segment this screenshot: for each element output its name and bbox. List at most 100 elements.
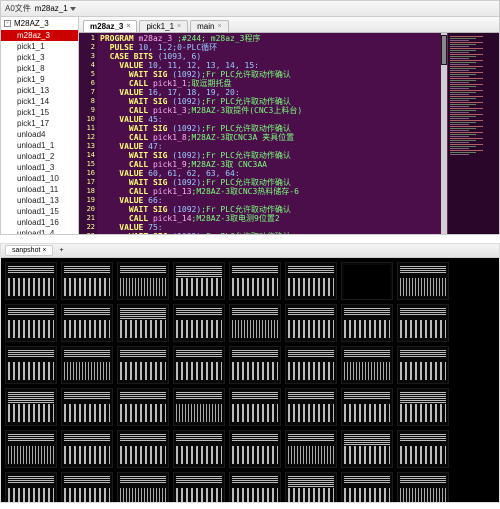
- cad-thumbnail[interactable]: [229, 346, 281, 384]
- cad-thumbnail[interactable]: [229, 262, 281, 300]
- cad-thumbnail[interactable]: [5, 430, 57, 468]
- cad-thumbnail[interactable]: [397, 304, 449, 342]
- cad-thumbnail[interactable]: [341, 388, 393, 426]
- cad-thumbnail[interactable]: [173, 430, 225, 468]
- tree-item[interactable]: pick1_17: [1, 118, 78, 129]
- cad-thumbnail[interactable]: [397, 262, 449, 300]
- tree-item[interactable]: m28az_3: [1, 30, 78, 41]
- cad-thumbnail[interactable]: [61, 346, 113, 384]
- tree-item[interactable]: unload1_1: [1, 140, 78, 151]
- code-line[interactable]: WAIT SIG (1092);Fr PLC允许取动作确认: [100, 232, 302, 234]
- close-icon[interactable]: ×: [177, 23, 181, 30]
- bottom-tab[interactable]: sanpshot ×: [5, 245, 53, 256]
- cad-thumbnail[interactable]: [117, 346, 169, 384]
- cad-thumbnail[interactable]: [5, 388, 57, 426]
- cad-thumbnail[interactable]: [397, 346, 449, 384]
- code-lines[interactable]: PROGRAM m28az_3 ;#244; m28az_3程序 PULSE 1…: [97, 33, 305, 234]
- code-line[interactable]: CALL pick1_8;M28AZ-3取CNC3A 夹具位置: [100, 133, 302, 142]
- code-line[interactable]: VALUE 16, 17, 18, 19, 20:: [100, 88, 302, 97]
- code-line[interactable]: VALUE 45:: [100, 115, 302, 124]
- expand-icon[interactable]: -: [4, 20, 11, 27]
- cad-thumbnail[interactable]: [61, 430, 113, 468]
- cad-thumbnail[interactable]: [229, 472, 281, 502]
- cad-thumbnail[interactable]: [229, 388, 281, 426]
- code-line[interactable]: VALUE 66:: [100, 196, 302, 205]
- cad-thumbnail[interactable]: [341, 262, 393, 300]
- tree-item[interactable]: unload1_2: [1, 151, 78, 162]
- cad-thumbnail[interactable]: [173, 388, 225, 426]
- cad-thumbnail[interactable]: [341, 472, 393, 502]
- cad-thumbnail[interactable]: [341, 430, 393, 468]
- close-icon[interactable]: ×: [217, 23, 221, 30]
- cad-thumbnail[interactable]: [61, 304, 113, 342]
- tree-item[interactable]: unload1_10: [1, 173, 78, 184]
- cad-thumbnail[interactable]: [285, 262, 337, 300]
- cad-thumbnail[interactable]: [285, 430, 337, 468]
- cad-thumbnail[interactable]: [61, 388, 113, 426]
- cad-thumbnail[interactable]: [285, 388, 337, 426]
- tree-item[interactable]: unload1_16: [1, 217, 78, 228]
- cad-thumbnail[interactable]: [285, 304, 337, 342]
- tree-item[interactable]: unload1_11: [1, 184, 78, 195]
- code-line[interactable]: WAIT SIG (1092);Fr PLC允许取动作确认: [100, 97, 302, 106]
- cad-thumbnail[interactable]: [397, 388, 449, 426]
- code-line[interactable]: CALL pick1_14;M28AZ-3取电测9位置2: [100, 214, 302, 223]
- cad-thumbnail[interactable]: [341, 304, 393, 342]
- scrollbar-thumb[interactable]: [441, 35, 447, 65]
- cad-thumbnail[interactable]: [5, 262, 57, 300]
- tree-item[interactable]: pick1_15: [1, 107, 78, 118]
- cad-thumbnail[interactable]: [341, 346, 393, 384]
- cad-thumbnail[interactable]: [285, 472, 337, 502]
- tree-item[interactable]: unload1_13: [1, 195, 78, 206]
- cad-thumbnail[interactable]: [117, 304, 169, 342]
- cad-thumbnail[interactable]: [117, 262, 169, 300]
- cad-thumbnail[interactable]: [285, 346, 337, 384]
- tree-root[interactable]: - M28AZ_3: [1, 17, 78, 30]
- cad-thumbnail[interactable]: [5, 346, 57, 384]
- cad-thumbnail[interactable]: [397, 430, 449, 468]
- tree-item[interactable]: pick1_8: [1, 63, 78, 74]
- code-line[interactable]: PULSE 10, 1,2;0-PLC循环: [100, 43, 302, 52]
- code-line[interactable]: VALUE 60, 61, 62, 63, 64:: [100, 169, 302, 178]
- editor-tab[interactable]: main×: [190, 20, 228, 32]
- cad-thumbnail[interactable]: [229, 430, 281, 468]
- cad-thumbnail[interactable]: [173, 304, 225, 342]
- code-line[interactable]: CALL pick1_13;M28AZ-3取CNC3热料储存-6: [100, 187, 302, 196]
- tree-item[interactable]: pick1_1: [1, 41, 78, 52]
- new-tab-button[interactable]: +: [59, 247, 63, 254]
- cad-thumbnail[interactable]: [117, 472, 169, 502]
- tree-item[interactable]: pick1_9: [1, 74, 78, 85]
- code-line[interactable]: CALL pick1_1;取逗期托盘: [100, 79, 302, 88]
- code-line[interactable]: WAIT SIG (1092);Fr PLC允许取动作确认: [100, 124, 302, 133]
- cad-thumbnail[interactable]: [5, 304, 57, 342]
- code-line[interactable]: WAIT SIG (1092);Fr PLC允许取动作确认: [100, 178, 302, 187]
- cad-thumbnail[interactable]: [173, 346, 225, 384]
- minimap[interactable]: [447, 33, 499, 234]
- code-line[interactable]: WAIT SIG (1092);Fr PLC允许取动作确认: [100, 205, 302, 214]
- code-line[interactable]: WAIT SIG (1092);Fr PLC允许取动作确认: [100, 151, 302, 160]
- cad-thumbnail[interactable]: [397, 472, 449, 502]
- code-line[interactable]: CALL pick1_3;M28AZ-3取提件(CNC3上料台): [100, 106, 302, 115]
- cad-thumbnail[interactable]: [117, 430, 169, 468]
- tree-item[interactable]: unload1_3: [1, 162, 78, 173]
- code-line[interactable]: VALUE 47:: [100, 142, 302, 151]
- code-line[interactable]: PROGRAM m28az_3 ;#244; m28az_3程序: [100, 34, 302, 43]
- tree-item[interactable]: unload4: [1, 129, 78, 140]
- close-icon[interactable]: ×: [126, 23, 130, 30]
- tree-item[interactable]: unload1_4: [1, 228, 78, 234]
- editor-tab[interactable]: m28az_3×: [83, 20, 137, 32]
- project-dropdown[interactable]: m28az_1: [35, 4, 76, 13]
- cad-thumbnail[interactable]: [61, 262, 113, 300]
- code-line[interactable]: CASE BITS (1093, 6): [100, 52, 302, 61]
- code-line[interactable]: VALUE 10, 11, 12, 13, 14, 15:: [100, 61, 302, 70]
- cad-thumbnail[interactable]: [5, 472, 57, 502]
- cad-thumbnail[interactable]: [117, 388, 169, 426]
- tree-item[interactable]: pick1_13: [1, 85, 78, 96]
- code-line[interactable]: CALL pick1_9;M28AZ-3取 CNC3AA: [100, 160, 302, 169]
- cad-thumbnail[interactable]: [173, 472, 225, 502]
- tree-item[interactable]: unload1_15: [1, 206, 78, 217]
- code-line[interactable]: VALUE 75:: [100, 223, 302, 232]
- tree-item[interactable]: pick1_3: [1, 52, 78, 63]
- editor-tab[interactable]: pick1_1×: [139, 20, 188, 32]
- code-line[interactable]: WAIT SIG (1092);Fr PLC允许取动作确认: [100, 70, 302, 79]
